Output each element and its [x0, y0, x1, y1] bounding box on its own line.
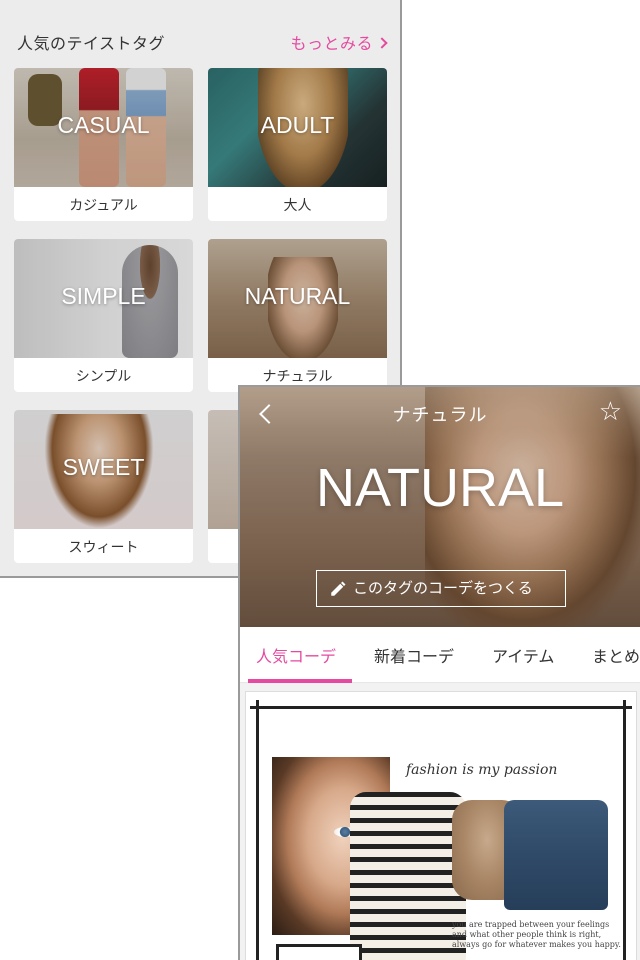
tag-english-label: NATURAL — [244, 283, 351, 309]
coordinate-card[interactable]: fashion is my passion you are trapped be… — [245, 691, 637, 960]
tab-new[interactable]: 新着コーデ — [374, 643, 454, 667]
coordinate-feed: fashion is my passion you are trapped be… — [240, 683, 640, 960]
tag-japanese-label: ナチュラル — [262, 369, 333, 385]
striped-dress-image — [350, 792, 466, 960]
tag-card-sweet[interactable]: SWEET スウィート — [14, 410, 193, 563]
tag-japanese-label: シンプル — [75, 369, 132, 385]
denim-jacket-image — [504, 800, 608, 910]
create-button-label: このタグのコーデをつくる — [353, 579, 533, 597]
tag-card-natural[interactable]: NATURAL ナチュラル — [208, 239, 387, 392]
star-outline-icon[interactable]: ☆ — [599, 399, 622, 425]
chevron-right-icon — [376, 37, 388, 49]
tag-english-label: SIMPLE — [61, 283, 146, 309]
hero-banner: ナチュラル ☆ NATURAL このタグのコーデをつくる — [240, 387, 640, 627]
tag-photo: SWEET — [14, 410, 193, 529]
tags-header: 人気のテイストタグ もっとみる — [0, 0, 400, 66]
collage-frame-box — [276, 944, 362, 960]
section-title: 人気のテイストタグ — [17, 34, 166, 53]
collage-caption: fashion is my passion — [406, 762, 558, 778]
tag-english-label: ADULT — [260, 112, 335, 138]
tag-card-simple[interactable]: SIMPLE シンプル — [14, 239, 193, 392]
tag-photo: NATURAL — [208, 239, 387, 358]
tag-card-casual[interactable]: CASUAL カジュアル — [14, 68, 193, 221]
tag-english-label: CASUAL — [57, 112, 150, 138]
tab-summary[interactable]: まとめ — [592, 643, 640, 667]
tag-english-label: SWEET — [62, 454, 145, 480]
tab-bar: 人気コーデ 新着コーデ アイテム まとめ — [240, 627, 640, 683]
tag-japanese-label: スウィート — [68, 540, 139, 556]
hero-tag-name: NATURAL — [315, 458, 565, 518]
app-stage: 人気のテイストタグ もっとみる CASUAL カジュアル ADULT 大人 SI… — [0, 0, 640, 960]
tag-photo: CASUAL — [14, 68, 193, 187]
page-title: ナチュラル — [392, 405, 488, 426]
tag-detail-screen: ナチュラル ☆ NATURAL このタグのコーデをつくる 人気コーデ 新着コーデ… — [238, 385, 640, 960]
tag-japanese-label: カジュアル — [69, 198, 138, 214]
collage-body-text: you are trapped between your feelings an… — [452, 920, 621, 949]
tag-photo: SIMPLE — [14, 239, 193, 358]
create-coordinate-button[interactable]: このタグのコーデをつくる — [316, 570, 566, 607]
see-more-link[interactable]: もっとみる — [290, 30, 388, 54]
tab-items[interactable]: アイテム — [492, 643, 554, 667]
tab-popular[interactable]: 人気コーデ — [256, 643, 336, 667]
tag-card-adult[interactable]: ADULT 大人 — [208, 68, 387, 221]
tag-japanese-label: 大人 — [283, 198, 312, 214]
see-more-label: もっとみる — [290, 34, 373, 53]
tag-photo: ADULT — [208, 68, 387, 187]
pencil-icon — [331, 581, 346, 596]
